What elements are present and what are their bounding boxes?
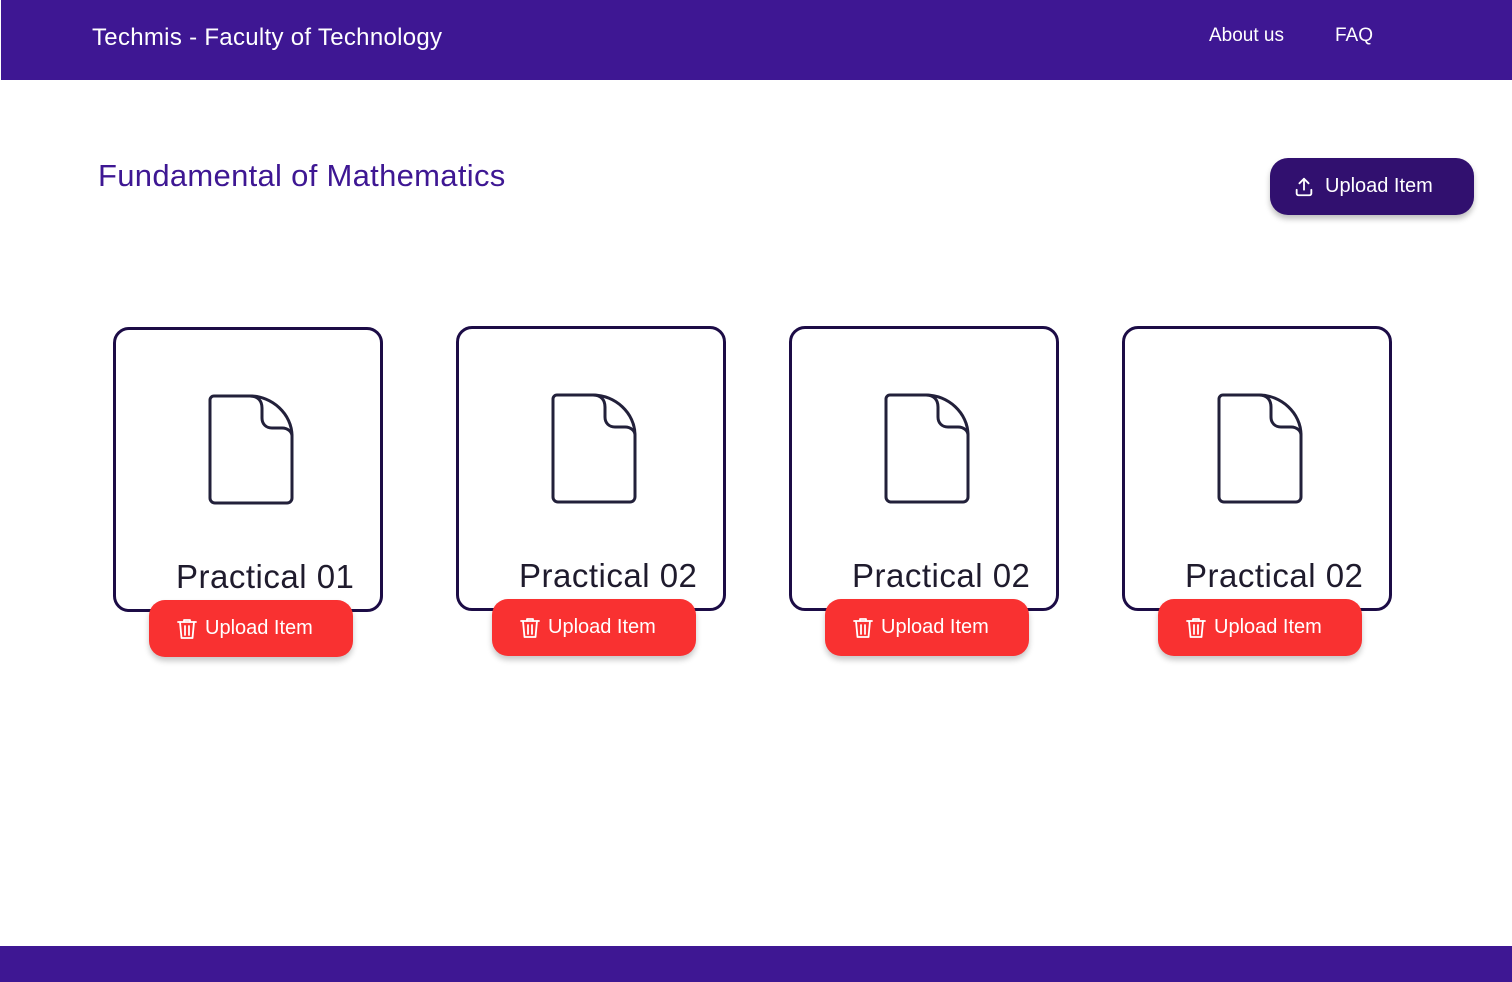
upload-item-button-label: Upload Item (1325, 175, 1433, 197)
document-icon (884, 393, 970, 504)
trash-icon (853, 617, 873, 638)
document-icon (551, 393, 637, 504)
item-title: Practical 01 (176, 558, 355, 595)
document-icon (208, 394, 294, 505)
upload-item-button[interactable]: Upload Item (1270, 158, 1474, 215)
trash-icon (177, 618, 197, 639)
item-action-button[interactable]: Upload Item (492, 599, 696, 656)
item-action-button[interactable]: Upload Item (825, 599, 1029, 656)
nav-faq-link[interactable]: FAQ (1335, 25, 1373, 47)
page-title: Fundamental of Mathematics (98, 158, 506, 193)
item-action-label: Upload Item (881, 616, 989, 638)
document-icon (1217, 393, 1303, 504)
item-card[interactable]: Practical 01 (113, 327, 383, 612)
footer-bar (0, 946, 1512, 982)
item-title: Practical 02 (519, 557, 698, 594)
item-title: Practical 02 (1185, 557, 1364, 594)
nav-about-us-link[interactable]: About us (1209, 25, 1284, 47)
item-title: Practical 02 (852, 557, 1031, 594)
item-card[interactable]: Practical 02 (1122, 326, 1392, 611)
trash-icon (520, 617, 540, 638)
trash-icon (1186, 617, 1206, 638)
item-action-button[interactable]: Upload Item (1158, 599, 1362, 656)
item-action-label: Upload Item (1214, 616, 1322, 638)
item-action-button[interactable]: Upload Item (149, 600, 353, 657)
item-action-label: Upload Item (205, 617, 313, 639)
item-action-label: Upload Item (548, 616, 656, 638)
item-card[interactable]: Practical 02 (789, 326, 1059, 611)
brand-title[interactable]: Techmis - Faculty of Technology (92, 24, 442, 52)
top-navbar: Techmis - Faculty of Technology About us… (1, 0, 1512, 80)
upload-icon (1295, 177, 1313, 196)
item-card[interactable]: Practical 02 (456, 326, 726, 611)
